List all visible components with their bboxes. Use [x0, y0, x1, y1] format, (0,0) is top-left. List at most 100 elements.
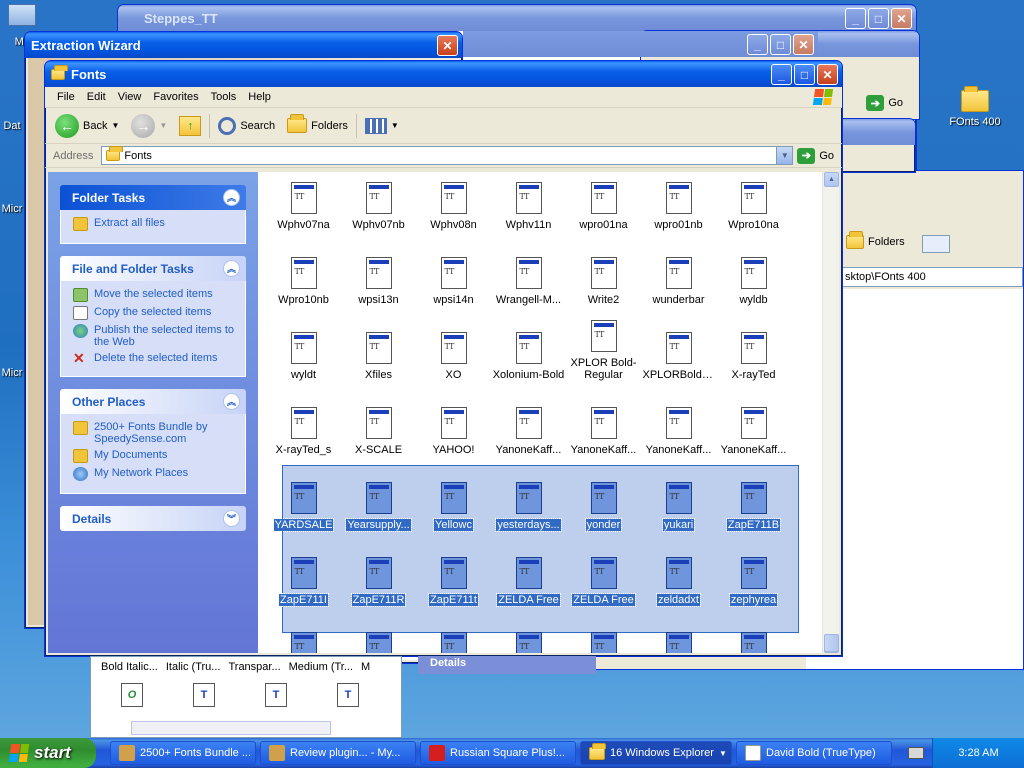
go-button-bg[interactable]: ➔ Go	[866, 95, 911, 111]
expand-chevron-icon[interactable]: ︾	[223, 510, 240, 527]
scroll-thumb[interactable]	[824, 634, 839, 652]
font-file-item[interactable]: ZOINKFAT	[491, 609, 566, 653]
views-icon[interactable]	[922, 235, 950, 253]
font-file-item[interactable]: Wpro10na	[716, 172, 791, 234]
copy-items-link[interactable]: Copy the selected items	[73, 306, 235, 320]
font-file-item[interactable]: Yearsupply...	[341, 459, 416, 534]
dropdown-arrow-icon[interactable]: ▼	[111, 121, 119, 130]
font-file-item[interactable]: Zurche	[716, 609, 791, 653]
font-file-item[interactable]: ZELDA Free	[566, 534, 641, 609]
background-window-small[interactable]	[836, 118, 916, 173]
font-file-item[interactable]: Wphv07nb	[341, 172, 416, 234]
folders-button[interactable]: Folders	[283, 114, 352, 136]
vertical-scrollbar[interactable]: ▲ ▼	[822, 172, 839, 653]
horizontal-scrollbar[interactable]	[131, 721, 331, 735]
font-file-item[interactable]: YAHOO!	[416, 384, 491, 459]
collapse-chevron-icon[interactable]: ︽	[223, 189, 240, 206]
close-button[interactable]: ✕	[891, 8, 912, 29]
minimize-button[interactable]: _	[845, 8, 866, 29]
background-titlebar-controls[interactable]: _ □ ✕	[463, 31, 818, 57]
file-folder-tasks-header[interactable]: File and Folder Tasks ︽	[60, 256, 246, 281]
views-button[interactable]: ▼	[361, 115, 403, 137]
extraction-wizard-titlebar[interactable]: Extraction Wizard ✕	[25, 32, 462, 58]
fonts-bundle-link[interactable]: 2500+ Fonts Bundle by SpeedySense.com	[73, 421, 235, 445]
font-file-item[interactable]: wpsi13n	[341, 234, 416, 309]
font-file-item[interactable]: Xfiles	[341, 309, 416, 384]
publish-items-link[interactable]: Publish the selected items to the Web	[73, 324, 235, 348]
font-file-item[interactable]: Wphv11n	[491, 172, 566, 234]
maximize-button[interactable]: □	[794, 64, 815, 85]
go-button[interactable]: ➔ Go	[797, 147, 842, 164]
extract-all-files-link[interactable]: Extract all files	[73, 217, 235, 231]
folders-button[interactable]: Folders	[846, 231, 905, 249]
font-file-item[interactable]: zephyreg	[266, 609, 341, 653]
keyboard-icon[interactable]	[908, 747, 924, 759]
font-file-item[interactable]: ZITZ___	[416, 609, 491, 653]
bg-file-4[interactable]: Medium (Tr...	[289, 661, 353, 673]
search-button[interactable]: Search	[214, 114, 279, 138]
details-header[interactable]: Details ︾	[60, 506, 246, 531]
fonts-titlebar[interactable]: Fonts _ □ ✕	[45, 61, 842, 87]
menu-file[interactable]: File	[51, 89, 81, 105]
font-file-item[interactable]: ZUDJI___	[641, 609, 716, 653]
bg-titlebar-2[interactable]	[837, 119, 915, 145]
menu-view[interactable]: View	[112, 89, 148, 105]
background-details-bar[interactable]: Details	[418, 656, 596, 674]
font-file-item[interactable]: zrnic___	[566, 609, 641, 653]
up-folder-button[interactable]: ↑	[175, 113, 205, 139]
desktop-icon-microsoft-1[interactable]: Micr	[0, 203, 24, 215]
scroll-up-button[interactable]: ▲	[824, 172, 839, 187]
maximize-button[interactable]: □	[770, 34, 791, 55]
delete-items-link[interactable]: ✕ Delete the selected items	[73, 351, 235, 365]
fonts-window[interactable]: Fonts _ □ ✕ File Edit View Favorites Too…	[44, 60, 843, 657]
forward-button[interactable]: → ▼	[127, 111, 171, 141]
my-network-places-link[interactable]: My Network Places	[73, 467, 235, 481]
font-file-item[interactable]: ZELDA Free	[491, 534, 566, 609]
taskbar-item-russian-square[interactable]: Russian Square Plus!...	[420, 741, 576, 765]
file-view[interactable]: Wphv07na Wphv07nb Wphv08n Wphv11n wpro01na wp…	[258, 172, 839, 653]
taskbar-item-windows-explorer[interactable]: 16 Windows Explorer ▼	[580, 741, 732, 765]
menu-help[interactable]: Help	[242, 89, 277, 105]
font-file-item[interactable]: Yellowc	[416, 459, 491, 534]
font-file-item[interactable]: zeldadxt	[641, 534, 716, 609]
font-file-item[interactable]: ZapE711I	[266, 534, 341, 609]
menu-tools[interactable]: Tools	[205, 89, 243, 105]
background-explorer-bottom[interactable]: Bold Italic... Italic (Tru... Transpar..…	[90, 656, 402, 738]
other-places-header[interactable]: Other Places ︽	[60, 389, 246, 414]
close-button[interactable]: ✕	[437, 35, 458, 56]
font-file-item[interactable]: Wphv08n	[416, 172, 491, 234]
font-file-item[interactable]: Wphv07na	[266, 172, 341, 234]
dropdown-arrow-icon[interactable]: ▼	[159, 121, 167, 130]
font-file-item[interactable]: X-SCALE	[341, 384, 416, 459]
steppes-titlebar[interactable]: Steppes_TT _ □ ✕	[118, 5, 916, 31]
close-button[interactable]: ✕	[793, 34, 814, 55]
font-file-item[interactable]: wyldt	[266, 309, 341, 384]
address-input[interactable]: Fonts ▼	[101, 146, 794, 165]
font-file-item[interactable]: ZEPPELIN	[341, 609, 416, 653]
font-file-item[interactable]: zephyrea	[716, 534, 791, 609]
start-button[interactable]: start	[0, 738, 96, 768]
font-file-item[interactable]: Write2	[566, 234, 641, 309]
bg-file-1[interactable]: Bold Italic...	[101, 661, 158, 673]
font-file-item[interactable]: Xolonium-Bold	[491, 309, 566, 384]
maximize-button[interactable]: □	[868, 8, 889, 29]
bg-file-2[interactable]: Italic (Tru...	[166, 661, 221, 673]
menu-favorites[interactable]: Favorites	[147, 89, 204, 105]
font-file-item[interactable]: wpsi14n	[416, 234, 491, 309]
taskbar-item-review-plugin[interactable]: Review plugin... - My...	[260, 741, 416, 765]
font-file-item[interactable]: wunderbar	[641, 234, 716, 309]
menu-edit[interactable]: Edit	[81, 89, 112, 105]
collapse-chevron-icon[interactable]: ︽	[223, 260, 240, 277]
taskbar-item-fonts-bundle[interactable]: 2500+ Fonts Bundle ...	[110, 741, 256, 765]
desktop-icon-fonts-400[interactable]: FOnts 400	[940, 86, 1010, 128]
move-items-link[interactable]: Move the selected items	[73, 288, 235, 302]
font-file-item[interactable]: yonder	[566, 459, 641, 534]
taskbar-item-david-bold[interactable]: David Bold (TrueType)	[736, 741, 892, 765]
font-file-item[interactable]: XPLORBold-...	[641, 309, 716, 384]
clock[interactable]: 3:28 AM	[958, 747, 998, 759]
desktop-icon-microsoft-2[interactable]: Micr	[0, 367, 24, 379]
font-file-item[interactable]: Wpro10nb	[266, 234, 341, 309]
desktop-icon-data[interactable]: Dat	[0, 120, 24, 132]
font-file-item[interactable]: XPLOR Bold-Regular	[566, 309, 641, 384]
font-file-item[interactable]: X-rayTed	[716, 309, 791, 384]
